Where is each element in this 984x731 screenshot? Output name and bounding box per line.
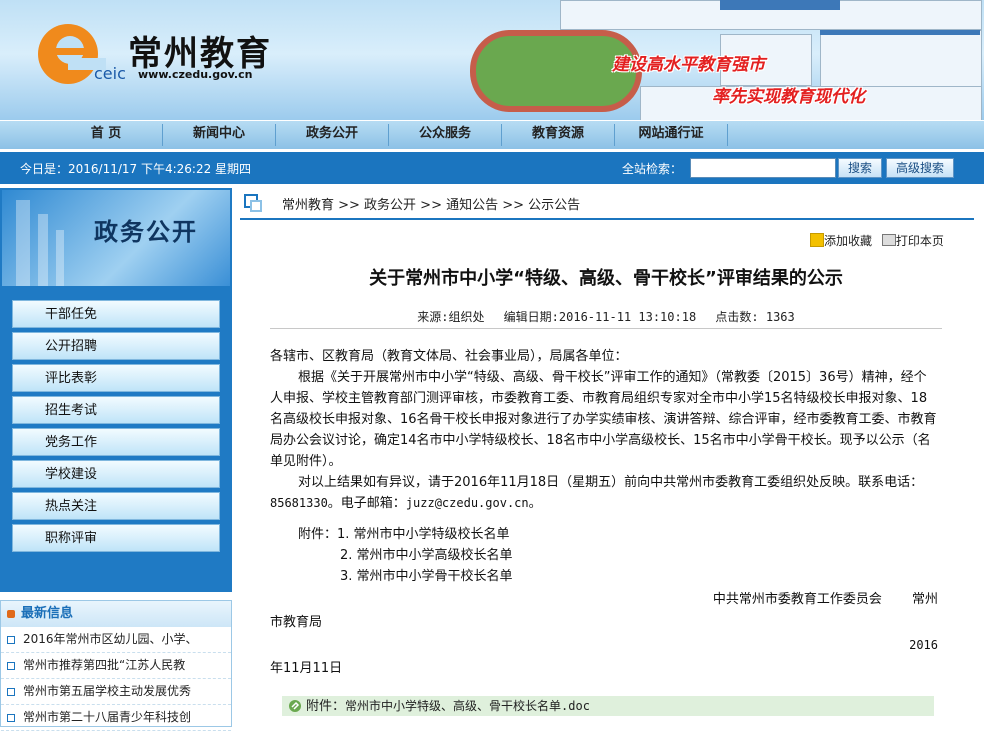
page-tools: 添加收藏 打印本页 — [810, 232, 944, 249]
sidebar-item-hot-topics[interactable]: 热点关注 — [12, 492, 220, 520]
sidebar-item-party[interactable]: 党务工作 — [12, 428, 220, 456]
slogan-2: 率先实现教育现代化 — [712, 87, 865, 107]
sidebar-item-exams[interactable]: 招生考试 — [12, 396, 220, 424]
attachment-item: 3. 常州市中小学骨干校长名单 — [340, 569, 513, 584]
signature-year: 2016 — [909, 638, 938, 652]
contact-phone: 85681330 — [270, 496, 328, 510]
favorite-icon[interactable] — [810, 233, 824, 247]
contact-email: juzz@czedu.gov.cn — [405, 496, 529, 510]
latest-news-header: 最新信息 — [1, 601, 231, 627]
news-item[interactable]: 2016年常州市区幼儿园、小学、 — [1, 627, 231, 653]
article-salutation: 各辖市、区教育局（教育文体局、社会事业局），局属各单位： — [270, 349, 628, 364]
attachment-label: 附件： — [298, 527, 338, 542]
sidebar-item-cadre[interactable]: 干部任免 — [12, 300, 220, 328]
article-title: 关于常州市中小学“特级、高级、骨干校长”评审结果的公示 — [369, 268, 843, 289]
news-item[interactable]: 常州市第二十八届青少年科技创 — [1, 705, 231, 731]
nav-resources[interactable]: 教育资源 — [502, 121, 614, 149]
news-item-text[interactable]: 常州市推荐第四批“江苏人民教 — [23, 658, 185, 672]
news-item-text[interactable]: 常州市第五届学校主动发展优秀 — [23, 684, 191, 698]
nav-home[interactable]: 首 页 — [50, 121, 162, 149]
paragraph-text: 。 — [528, 496, 542, 511]
paragraph-text: 对以上结果如有异议，请于2016年11月18日（星期五）前向中共常州市委教育工委… — [298, 475, 924, 490]
sidebar-title: 政务公开 — [94, 217, 198, 246]
add-favorite-link[interactable]: 添加收藏 — [824, 234, 872, 248]
nav-government[interactable]: 政务公开 — [276, 121, 388, 149]
search-button[interactable]: 搜索 — [838, 158, 882, 178]
search-input[interactable] — [690, 158, 836, 178]
sidebar: 政务公开 干部任免 公开招聘 评比表彰 招生考试 党务工作 学校建设 热点关注 … — [0, 188, 232, 592]
slogan-1: 建设高水平教育强市 — [612, 55, 765, 75]
attachment-item: 1. 常州市中小学特级校长名单 — [337, 527, 510, 542]
sidebar-item-recruitment[interactable]: 公开招聘 — [12, 332, 220, 360]
date-search-bar: 今日是：2016/11/17 下午4:26:22 星期四 全站检索： 搜索 高级… — [0, 152, 984, 184]
signature-org-cont: 市教育局 — [270, 615, 323, 630]
current-date: 今日是：2016/11/17 下午4:26:22 星期四 — [20, 162, 252, 176]
bullet-icon — [7, 610, 15, 618]
article-body: 各辖市、区教育局（教育文体局、社会事业局），局属各单位： 根据《关于开展常州市中… — [270, 346, 938, 679]
nav-news[interactable]: 新闻中心 — [163, 121, 275, 149]
signature-org: 中共常州市委教育工作委员会 常州 — [712, 592, 938, 607]
logo-ceic: ceic — [94, 64, 126, 83]
nav-passport[interactable]: 网站通行证 — [615, 121, 727, 149]
download-label: 附件： — [306, 699, 346, 714]
header-banner: 常州教育 ceic www.czedu.gov.cn 建设高水平教育强市 率先实… — [0, 0, 984, 120]
logo-url: www.czedu.gov.cn — [138, 68, 253, 81]
attachment-item: 2. 常州市中小学高级校长名单 — [340, 548, 513, 563]
paperclip-icon — [289, 700, 301, 712]
sidebar-decor — [38, 214, 48, 286]
article-paragraph: 对以上结果如有异议，请于2016年11月18日（星期五）前向中共常州市委教育工委… — [270, 472, 938, 514]
banner-roof — [720, 0, 840, 10]
banner-roof — [820, 30, 980, 35]
square-bullet-icon — [7, 714, 15, 722]
print-link[interactable]: 打印本页 — [896, 234, 944, 248]
latest-news-title: 最新信息 — [21, 606, 74, 621]
attachment-download[interactable]: 附件：常州市中小学特级、高级、骨干校长名单.doc — [282, 696, 934, 716]
advanced-search-button[interactable]: 高级搜索 — [886, 158, 954, 178]
article-paragraph: 根据《关于开展常州市中小学“特级、高级、骨干校长”评审工作的通知》（常教委〔20… — [270, 370, 937, 469]
sidebar-item-awards[interactable]: 评比表彰 — [12, 364, 220, 392]
sidebar-menu: 干部任免 公开招聘 评比表彰 招生考试 党务工作 学校建设 热点关注 职称评审 — [12, 300, 220, 556]
paragraph-text: 。电子邮箱： — [327, 496, 406, 511]
sidebar-decor — [16, 200, 30, 286]
latest-news-box: 最新信息 2016年常州市区幼儿园、小学、 常州市推荐第四批“江苏人民教 常州市… — [0, 600, 232, 731]
sidebar-header: 政务公开 — [2, 190, 230, 286]
nav-public-service[interactable]: 公众服务 — [389, 121, 501, 149]
breadcrumb[interactable]: 常州教育 >> 政务公开 >> 通知公告 >> 公示公告 — [282, 194, 580, 213]
download-file-link[interactable]: 常州市中小学特级、高级、骨干校长名单.doc — [345, 699, 590, 713]
main-nav: 首 页 新闻中心 政务公开 公众服务 教育资源 网站通行证 — [0, 120, 984, 149]
signature-date: 年11月11日 — [270, 661, 343, 676]
square-bullet-icon — [7, 636, 15, 644]
news-item-text[interactable]: 常州市第二十八届青少年科技创 — [23, 710, 191, 724]
sidebar-item-school-building[interactable]: 学校建设 — [12, 460, 220, 488]
article-meta: 来源:组织处 编辑日期:2016-11-11 13:10:18 点击数: 136… — [270, 308, 942, 329]
news-item[interactable]: 常州市第五届学校主动发展优秀 — [1, 679, 231, 705]
sidebar-decor — [56, 230, 64, 286]
square-bullet-icon — [7, 662, 15, 670]
square-bullet-icon — [7, 688, 15, 696]
attachment-line: 附件：1. 常州市中小学特级校长名单 — [270, 524, 938, 545]
news-item[interactable]: 常州市推荐第四批“江苏人民教 — [1, 653, 231, 679]
breadcrumb-icon — [244, 194, 262, 212]
news-item-text[interactable]: 2016年常州市区幼儿园、小学、 — [23, 632, 198, 646]
search-label: 全站检索： — [622, 162, 683, 176]
printer-icon[interactable] — [881, 234, 896, 246]
breadcrumb-bar: 常州教育 >> 政务公开 >> 通知公告 >> 公示公告 — [240, 188, 974, 220]
sidebar-item-titles[interactable]: 职称评审 — [12, 524, 220, 552]
nav-separator — [727, 124, 728, 146]
